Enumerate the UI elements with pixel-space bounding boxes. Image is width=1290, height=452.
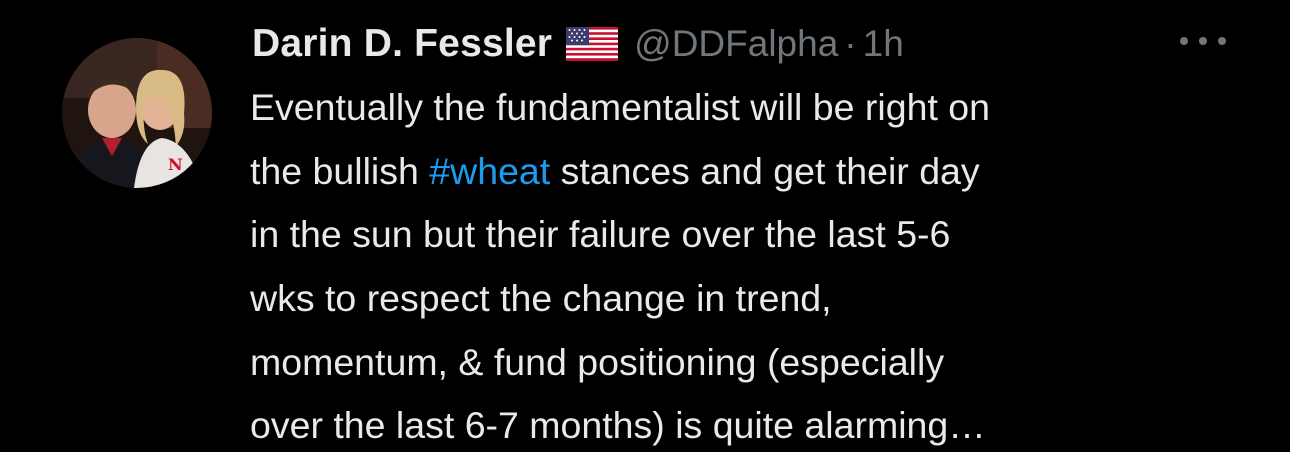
more-dot xyxy=(1180,37,1188,45)
tweet[interactable]: N Darin D. Fessler @DDFalpha · 1h Eventu… xyxy=(0,0,1290,452)
author-handle[interactable]: @DDFalpha xyxy=(634,23,838,65)
tweet-text-line: over the last 6-7 months) is quite alarm… xyxy=(250,404,986,447)
more-dot xyxy=(1218,37,1226,45)
author-name[interactable]: Darin D. Fessler xyxy=(252,22,552,66)
tweet-header: Darin D. Fessler @DDFalpha · 1h xyxy=(252,16,904,72)
tweet-text-segment: stances and get their day xyxy=(550,149,980,192)
tweet-text: Eventually the fundamentalist will be ri… xyxy=(250,76,1260,452)
tweet-text-line: Eventually the fundamentalist will be ri… xyxy=(250,86,991,128)
more-horizontal-icon[interactable] xyxy=(1180,26,1226,56)
more-dot xyxy=(1199,37,1207,45)
timestamp[interactable]: 1h xyxy=(863,23,904,65)
tweet-text-line: wks to respect the change in trend, xyxy=(250,277,832,320)
tweet-text-segment: the bullish xyxy=(250,149,430,192)
hashtag-link[interactable]: #wheat xyxy=(429,150,550,192)
tweet-text-line: momentum, & fund positioning (especially xyxy=(250,340,945,383)
separator-dot: · xyxy=(844,23,857,64)
tweet-text-line: the bullish #wheat stances and get their… xyxy=(250,140,1260,204)
us-flag-icon xyxy=(566,27,619,61)
avatar[interactable]: N xyxy=(62,38,212,188)
tweet-text-line: in the sun but their failure over the la… xyxy=(250,213,951,256)
svg-text:N: N xyxy=(168,155,183,174)
